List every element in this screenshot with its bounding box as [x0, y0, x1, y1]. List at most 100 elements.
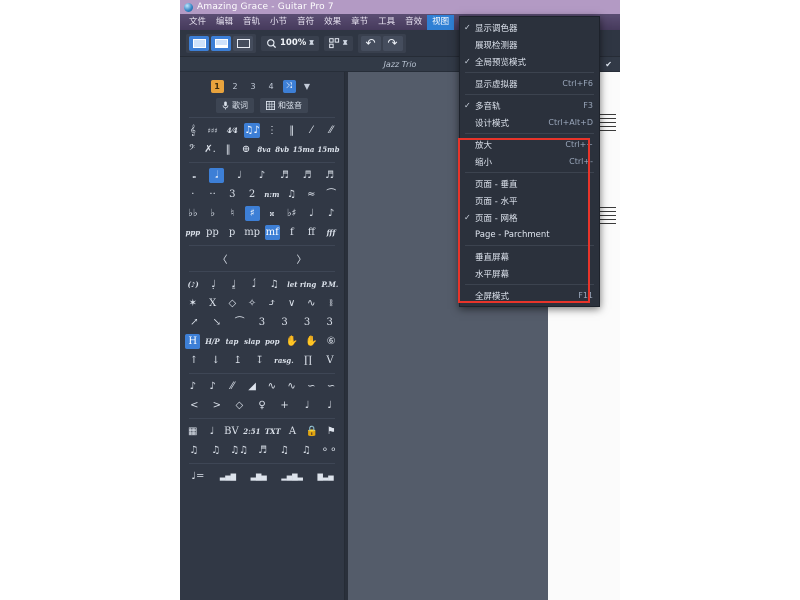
grace-after-icon[interactable]: ♪ [205, 379, 220, 394]
shift-slide-icon[interactable]: 3 [254, 315, 269, 330]
fade-in-wedge-icon[interactable]: < [187, 398, 202, 413]
arpeggio-up-icon[interactable]: ↥ [230, 353, 245, 368]
fingering-icon[interactable]: ⑥ [324, 334, 339, 349]
slide-out-icon[interactable]: 3 [300, 315, 315, 330]
harmonic-icon[interactable]: ◇ [225, 296, 240, 311]
eighth-note-icon[interactable]: ♪ [254, 168, 269, 183]
artificial-harmonic-icon[interactable]: ✧ [245, 296, 260, 311]
palm-mute-icon[interactable]: P.M. [322, 277, 339, 292]
sharp-icon[interactable]: ♯ [244, 206, 260, 221]
rest-icon[interactable]: ✗. [203, 142, 218, 157]
bass-clef-icon[interactable]: 𝄢 [185, 142, 200, 157]
layout-control[interactable]: ▲ ▼ [323, 35, 353, 51]
slide-up-icon[interactable]: ↗ [187, 315, 202, 330]
ottava-bassa-icon[interactable]: 8vb [275, 142, 290, 157]
mix-automation-icon[interactable]: ▂▅▇▃ [281, 469, 303, 484]
double-sharp-icon[interactable]: 𝄪 [264, 206, 279, 221]
f-icon[interactable]: f [284, 225, 299, 240]
tap-icon[interactable]: tap [225, 334, 240, 349]
duplet-icon[interactable]: 2 [245, 187, 260, 202]
menu-item-5[interactable]: 效果 [319, 15, 346, 30]
dot-icon[interactable]: · [185, 187, 200, 202]
flat-icon[interactable]: ♭ [205, 206, 220, 221]
accent-icon[interactable]: ♩̱ [226, 277, 241, 292]
voice-button-2[interactable]: 2 [229, 80, 242, 93]
mf-icon[interactable]: mf [264, 225, 280, 240]
rasgueado-icon[interactable]: rasg. [274, 353, 294, 368]
thirtysecond-note-icon[interactable]: ♬ [300, 168, 315, 183]
voice-collapse-icon[interactable]: ▼ [301, 80, 314, 93]
vibrato-icon[interactable]: ∿ [304, 296, 319, 311]
fff-icon[interactable]: fff [324, 225, 339, 240]
beam-icon[interactable]: ♫♪ [244, 123, 260, 138]
lock-icon[interactable]: 🔒 [304, 424, 319, 439]
menu-item-1[interactable]: 编辑 [211, 15, 238, 30]
section-marker-icon[interactable]: A [285, 424, 300, 439]
sixteenth-note-icon[interactable]: ♬ [277, 168, 292, 183]
undo-button[interactable]: ↶ [360, 35, 381, 51]
acciaccatura-icon[interactable]: ♪ [324, 206, 339, 221]
chord-grid-icon[interactable]: ▦ [185, 424, 200, 439]
sixtyfourth-note-icon[interactable]: ♬ [322, 168, 337, 183]
marcato-icon[interactable]: ♩́ [247, 277, 262, 292]
wide-vibrato-icon[interactable]: ⧚ [324, 296, 339, 311]
diminuendo-icon[interactable]: 〉 [294, 251, 309, 266]
quindicesima-alta-icon[interactable]: 15ma [293, 142, 315, 157]
time-signature-icon[interactable]: 4⁄4 [225, 123, 240, 138]
grace-before-icon[interactable]: ♪ [185, 379, 200, 394]
treble-clef-icon[interactable]: 𝄞 [185, 123, 200, 138]
pickup-icon[interactable]: ♀ [254, 398, 269, 413]
grace-note-icon[interactable]: ♩ [304, 206, 319, 221]
beam-break-icon[interactable]: ♫ [208, 443, 223, 458]
mp-icon[interactable]: mp [244, 225, 260, 240]
inverted-turn-icon[interactable]: ∽ [324, 379, 339, 394]
menu-item-0[interactable]: 文件 [184, 15, 211, 30]
half-note-icon[interactable]: 𝅗𝅥 [209, 168, 225, 183]
stem-up-icon[interactable]: ♫ [299, 443, 314, 458]
menu-item-9[interactable]: 视图 [427, 14, 455, 30]
triplet-icon[interactable]: 3 [225, 187, 240, 202]
double-dot-icon[interactable]: ·· [205, 187, 220, 202]
repeat-measure-icon[interactable]: ⁄⁄ [225, 379, 240, 394]
duration-icon[interactable]: 2:51 [243, 424, 260, 439]
zoom-control[interactable]: 100% ▲ ▼ [261, 35, 319, 51]
pan-automation-icon[interactable]: ▃▇▅ [251, 469, 267, 484]
track-tab-jazz-trio[interactable]: Jazz Trio [384, 60, 417, 69]
ff-icon[interactable]: ff [304, 225, 319, 240]
stem-auto-icon[interactable]: ♫ [277, 443, 292, 458]
redo-button[interactable]: ↷ [382, 35, 403, 51]
mordent-icon[interactable]: ∿ [284, 379, 299, 394]
view-menu-item-1[interactable]: 展现检测器 [460, 36, 599, 53]
pop-icon[interactable]: pop [265, 334, 280, 349]
volume-swell-icon[interactable]: ◇ [232, 398, 247, 413]
single-view-button[interactable] [233, 35, 253, 51]
screen-view-button[interactable] [211, 35, 231, 51]
double-barline-icon[interactable]: ‖ [284, 123, 299, 138]
whole-note-icon[interactable]: 𝅝 [187, 168, 202, 183]
double-slash-icon[interactable]: ⁄⁄ [324, 123, 339, 138]
staccato-icon[interactable]: ♩̣ [206, 277, 221, 292]
slash-icon[interactable]: ⁄ [304, 123, 319, 138]
voice-merge-icon[interactable]: ⤨ [282, 79, 296, 93]
text-icon[interactable]: TXT [265, 424, 281, 439]
track-tab-check-icon[interactable]: ✔ [605, 60, 612, 69]
page-view-button[interactable] [189, 35, 209, 51]
slide-down-icon[interactable]: ↘ [209, 315, 224, 330]
menu-item-6[interactable]: 章节 [346, 15, 373, 30]
view-menu-item-4[interactable]: ✓ 多音轨 F3 [460, 97, 599, 114]
key-signature-icon[interactable]: ♯♯♯ [205, 123, 220, 138]
hammer-pull-icon[interactable]: H/P [205, 334, 220, 349]
crescendo-icon[interactable]: 〈 [215, 251, 230, 266]
menu-item-3[interactable]: 小节 [265, 15, 292, 30]
effect-automation-icon[interactable]: ▇▃▅ [318, 469, 334, 484]
dead-note-icon[interactable]: ✶ [185, 296, 200, 311]
trill-icon[interactable]: ∿ [264, 379, 279, 394]
view-menu-item-5[interactable]: 设计模式 Ctrl+Alt+D [460, 114, 599, 131]
ppp-icon[interactable]: ppp [185, 225, 200, 240]
brush-down-icon[interactable]: ↓ [208, 353, 223, 368]
quarter-note-icon[interactable]: ♩ [232, 168, 247, 183]
flag-icon[interactable]: ⚑ [324, 424, 339, 439]
fade-in-icon[interactable]: ◢ [245, 379, 260, 394]
left-hand-icon[interactable]: ✋ [284, 334, 299, 349]
hammer-on-icon[interactable]: H [185, 334, 201, 349]
